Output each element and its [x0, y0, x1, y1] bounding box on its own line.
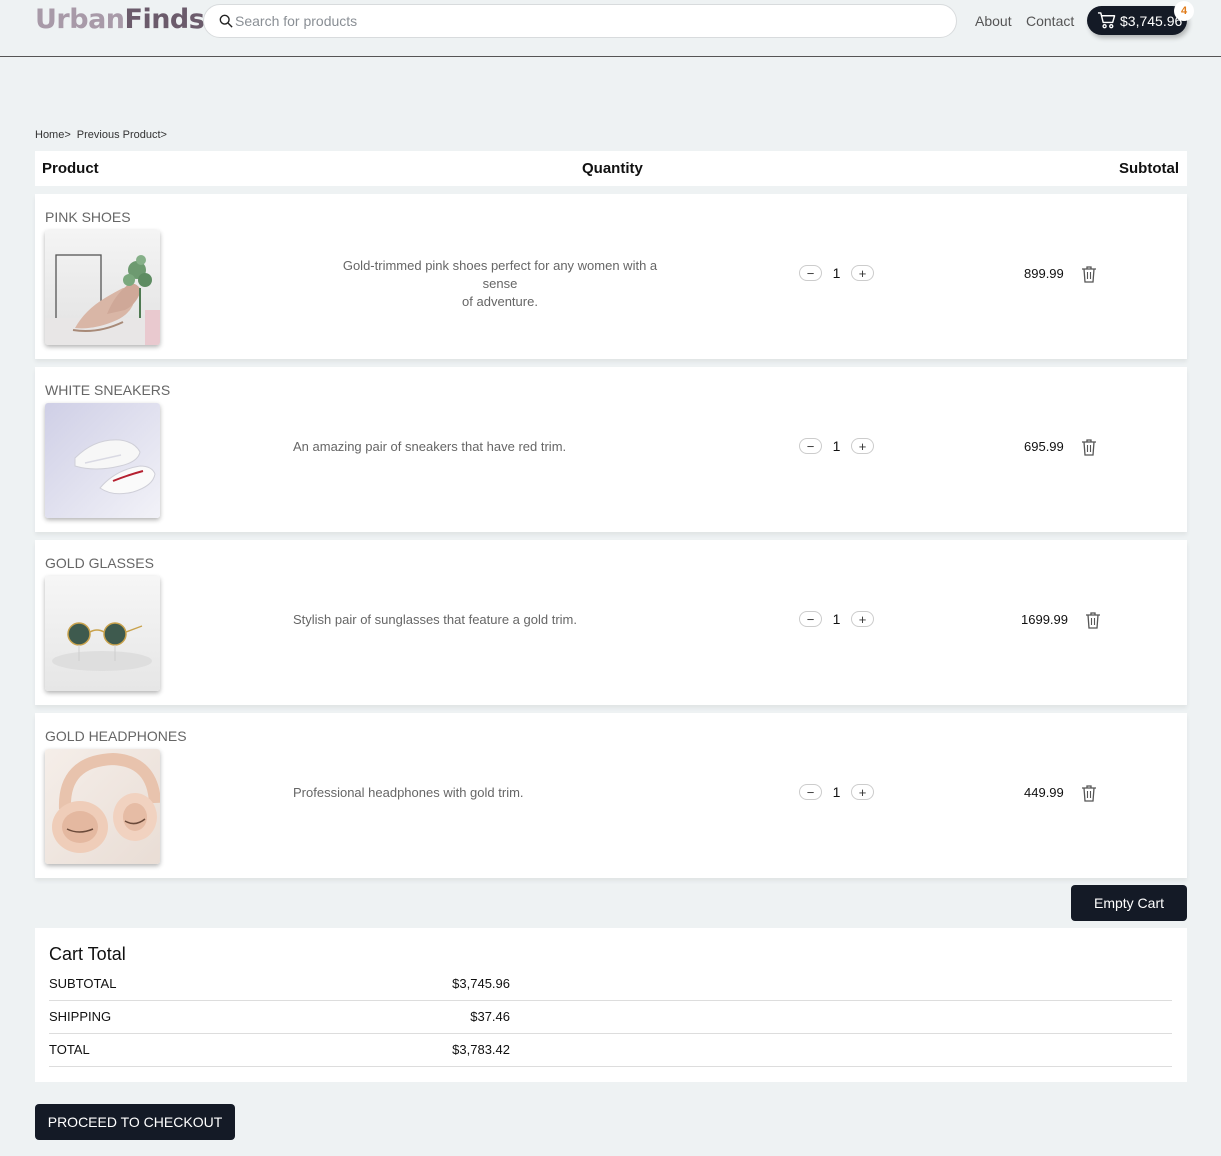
- product-description: Gold-trimmed pink shoes perfect for any …: [325, 257, 675, 311]
- product-description-line1: Professional headphones with gold trim.: [293, 785, 524, 800]
- cart-item-row: GOLD HEADPHONES Professional headphones …: [35, 713, 1187, 878]
- quantity-value: 1: [832, 784, 841, 800]
- product-description: Professional headphones with gold trim.: [293, 784, 524, 802]
- increase-quantity-button[interactable]: +: [851, 784, 874, 800]
- total-value: $3,783.42: [452, 1042, 510, 1057]
- product-name: GOLD GLASSES: [45, 555, 154, 571]
- product-description-line1: An amazing pair of sneakers that have re…: [293, 439, 567, 454]
- total-row: TOTAL $3,783.42: [49, 1034, 1172, 1067]
- column-quantity: Quantity: [582, 160, 643, 177]
- cart-count-badge: 4: [1174, 1, 1194, 21]
- subtotal-value: $3,745.96: [452, 976, 510, 991]
- product-description-line2: of adventure.: [462, 294, 538, 309]
- decrease-quantity-button[interactable]: −: [799, 265, 822, 281]
- item-subtotal: 1699.99: [1021, 612, 1068, 627]
- total-label: TOTAL: [49, 1042, 90, 1057]
- cart-item-row: PINK SHOES Gold-trimmed pink shoes perfe…: [35, 194, 1187, 359]
- quantity-value: 1: [832, 265, 841, 281]
- gold-glasses-image[interactable]: [45, 576, 160, 691]
- top-header: UrbanFinds About Contact $3,745.96 4: [0, 0, 1221, 57]
- column-product: Product: [42, 160, 99, 177]
- trash-icon[interactable]: [1081, 438, 1097, 456]
- quantity-value: 1: [832, 611, 841, 627]
- quantity-stepper: − 1 +: [799, 611, 874, 627]
- quantity-stepper: − 1 +: [799, 438, 874, 454]
- shipping-row: SHIPPING $37.46: [49, 1001, 1172, 1034]
- logo-part2: Finds: [124, 4, 205, 35]
- subtotal-row: SUBTOTAL $3,745.96: [49, 968, 1172, 1001]
- cart-table-header: Product Quantity Subtotal: [35, 151, 1187, 186]
- decrease-quantity-button[interactable]: −: [799, 438, 822, 454]
- cart-total-amount: $3,745.96: [1120, 12, 1183, 29]
- search-input[interactable]: [235, 13, 915, 29]
- item-subtotal: 449.99: [1024, 785, 1064, 800]
- cart-item-row: WHITE SNEAKERS An amazing pair of sneake…: [35, 367, 1187, 532]
- quantity-stepper: − 1 +: [799, 265, 874, 281]
- white-sneakers-image[interactable]: [45, 403, 160, 518]
- product-description: An amazing pair of sneakers that have re…: [293, 438, 566, 456]
- quantity-value: 1: [832, 438, 841, 454]
- cart-total-panel: Cart Total SUBTOTAL $3,745.96 SHIPPING $…: [35, 928, 1187, 1082]
- pink-shoes-image[interactable]: [45, 230, 160, 345]
- search-bar[interactable]: [203, 4, 957, 38]
- breadcrumb: Home> Previous Product>: [35, 129, 167, 141]
- cart-item-row: GOLD GLASSES Stylish pair of sunglasses …: [35, 540, 1187, 705]
- item-subtotal: 695.99: [1024, 439, 1064, 454]
- item-subtotal: 899.99: [1024, 266, 1064, 281]
- product-description: Stylish pair of sunglasses that feature …: [293, 611, 577, 629]
- breadcrumb-previous-product[interactable]: Previous Product>: [77, 129, 167, 141]
- logo[interactable]: UrbanFinds: [35, 4, 205, 35]
- nav-contact-link[interactable]: Contact: [1026, 13, 1074, 29]
- decrease-quantity-button[interactable]: −: [799, 784, 822, 800]
- gold-headphones-image[interactable]: [45, 749, 160, 864]
- trash-icon[interactable]: [1085, 611, 1101, 629]
- proceed-to-checkout-button[interactable]: PROCEED TO CHECKOUT: [35, 1104, 235, 1140]
- empty-cart-button[interactable]: Empty Cart: [1071, 885, 1187, 921]
- cart-button[interactable]: $3,745.96: [1087, 6, 1187, 35]
- product-name: WHITE SNEAKERS: [45, 382, 171, 398]
- subtotal-label: SUBTOTAL: [49, 976, 117, 991]
- breadcrumb-home[interactable]: Home>: [35, 129, 71, 141]
- search-icon: [219, 14, 233, 28]
- product-description-line1: Gold-trimmed pink shoes perfect for any …: [342, 258, 658, 291]
- trash-icon[interactable]: [1081, 784, 1097, 802]
- product-description-line1: Stylish pair of sunglasses that feature …: [293, 612, 577, 627]
- product-name: PINK SHOES: [45, 209, 131, 225]
- increase-quantity-button[interactable]: +: [851, 611, 874, 627]
- cart-total-title: Cart Total: [49, 944, 126, 964]
- column-subtotal: Subtotal: [1119, 160, 1179, 177]
- shopping-cart-icon: [1097, 12, 1116, 29]
- decrease-quantity-button[interactable]: −: [799, 611, 822, 627]
- product-name: GOLD HEADPHONES: [45, 728, 187, 744]
- nav-about-link[interactable]: About: [975, 13, 1012, 29]
- shipping-value: $37.46: [470, 1009, 510, 1024]
- logo-part1: Urban: [35, 4, 125, 35]
- shipping-label: SHIPPING: [49, 1009, 112, 1024]
- increase-quantity-button[interactable]: +: [851, 438, 874, 454]
- increase-quantity-button[interactable]: +: [851, 265, 874, 281]
- trash-icon[interactable]: [1081, 265, 1097, 283]
- quantity-stepper: − 1 +: [799, 784, 874, 800]
